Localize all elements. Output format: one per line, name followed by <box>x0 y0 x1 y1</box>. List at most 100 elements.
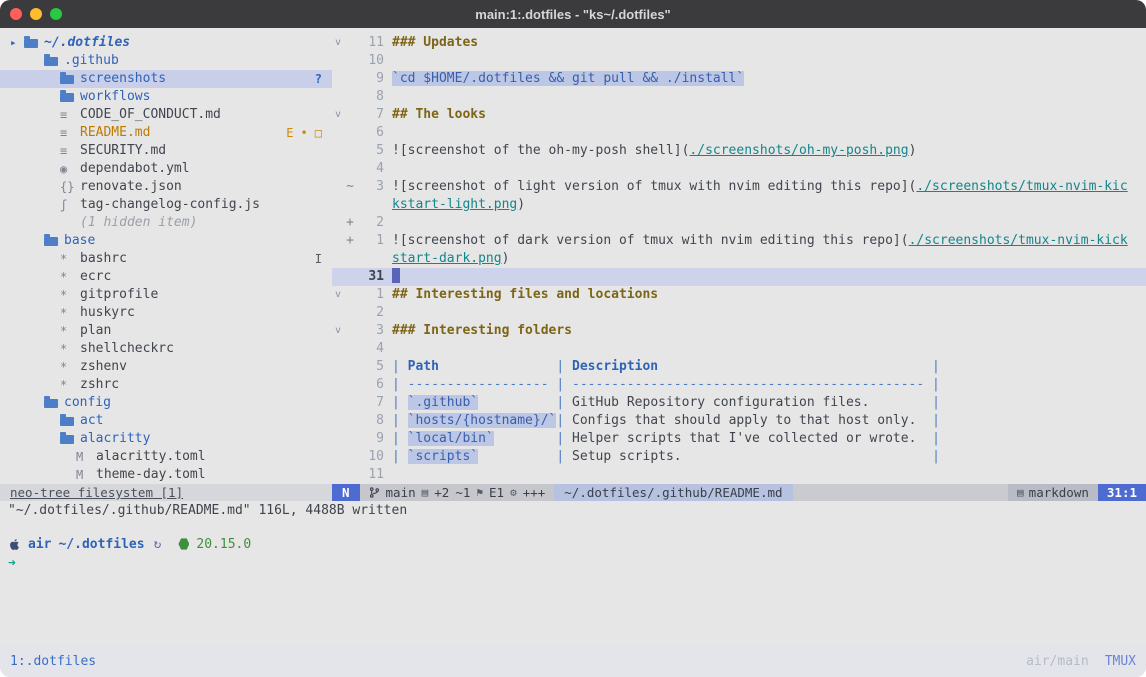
dotfile-icon: * <box>60 358 76 376</box>
editor-line-24[interactable]: 11 <box>332 466 1146 484</box>
tree-item-bashrc[interactable]: *bashrcI <box>0 250 332 268</box>
tree-item-base[interactable]: base <box>0 232 332 250</box>
editor-line-23[interactable]: 10| `scripts` | Setup scripts. | <box>332 448 1146 466</box>
tree-item-zshrc[interactable]: *zshrc <box>0 376 332 394</box>
tree-item-security-md[interactable]: ≡SECURITY.md <box>0 142 332 160</box>
fold-marker-icon <box>332 88 344 106</box>
segment-p: | <box>556 449 572 464</box>
line-number: 4 <box>356 160 384 178</box>
tree-item-theme-day-toml[interactable]: Mtheme-day.toml <box>0 466 332 484</box>
segment-p: | <box>932 431 940 446</box>
tree-item-zshenv[interactable]: *zshenv <box>0 358 332 376</box>
line-number: 2 <box>356 214 384 232</box>
line-number: 7 <box>356 106 384 124</box>
segment-p: | <box>392 431 408 446</box>
editor-line-15[interactable]: 2 <box>332 304 1146 322</box>
refresh-icon: ↻ <box>154 537 162 552</box>
git-sign: + <box>344 232 356 250</box>
tree-item-shellcheckrc[interactable]: *shellcheckrc <box>0 340 332 358</box>
line-text <box>384 88 392 106</box>
window-title: main:1:.dotfiles - "ks~/.dotfiles" <box>0 7 1146 22</box>
editor-line-9[interactable]: kstart-light.png) <box>332 196 1146 214</box>
git-sign <box>344 376 356 394</box>
editor-line-2[interactable]: 9`cd $HOME/.dotfiles && git pull && ./in… <box>332 70 1146 88</box>
segment-t: ) <box>909 143 917 158</box>
diagnostics-count: E1 <box>489 484 504 501</box>
tree-item-screenshots[interactable]: screenshots? <box>0 70 332 88</box>
git-sign <box>344 88 356 106</box>
editor-cursor-line[interactable]: 31 <box>332 268 1146 286</box>
expand-arrow-icon[interactable]: ▸ <box>10 34 24 52</box>
editor-line-5[interactable]: 6 <box>332 124 1146 142</box>
zoom-button[interactable] <box>50 8 62 20</box>
minimize-button[interactable] <box>30 8 42 20</box>
editor-line-20[interactable]: 7| `.github` | GitHub Repository configu… <box>332 394 1146 412</box>
editor-line-7[interactable]: 4 <box>332 160 1146 178</box>
editor-line-14[interactable]: v1## Interesting files and locations <box>332 286 1146 304</box>
fold-marker-icon <box>332 178 344 196</box>
line-number: 31 <box>356 268 384 286</box>
editor-line-19[interactable]: 6| ------------------ | ----------------… <box>332 376 1146 394</box>
buffer-icon: ▤ <box>422 484 429 501</box>
segment-t <box>682 449 932 464</box>
close-button[interactable] <box>10 8 22 20</box>
tree-item-label: README.md <box>80 124 150 142</box>
tree-item-gitprofile[interactable]: *gitprofile <box>0 286 332 304</box>
file-tree: ▸ ~/.dotfiles.githubscreenshots?workflows… <box>0 28 332 484</box>
editor-line-18[interactable]: 5| Path | Description | <box>332 358 1146 376</box>
tree-item-dotfiles[interactable]: ▸ ~/.dotfiles <box>0 34 332 52</box>
editor-line-3[interactable]: 8 <box>332 88 1146 106</box>
fold-marker-icon <box>332 394 344 412</box>
tree-item-renovate-json[interactable]: {}renovate.json <box>0 178 332 196</box>
tree-item-readme-md[interactable]: ≡README.mdE•□ <box>0 124 332 142</box>
tree-item-alacritty[interactable]: alacritty <box>0 430 332 448</box>
diff-added: +2 <box>434 484 449 501</box>
editor-line-8[interactable]: ~3![screenshot of light version of tmux … <box>332 178 1146 196</box>
editor-line-6[interactable]: 5![screenshot of the oh-my-posh shell](.… <box>332 142 1146 160</box>
segment-h: ### Interesting folders <box>392 323 572 338</box>
line-text <box>384 466 392 484</box>
segment-t <box>478 449 556 464</box>
tree-item-dependabot-yml[interactable]: ◉dependabot.yml <box>0 160 332 178</box>
segment-t: ) <box>502 251 510 266</box>
tree-item-label: alacritty.toml <box>96 448 206 466</box>
line-number: 8 <box>356 412 384 430</box>
editor-line-10[interactable]: +2 <box>332 214 1146 232</box>
command-line-message: "~/.dotfiles/.github/README.md" 116L, 44… <box>0 501 1146 520</box>
editor-line-11[interactable]: +1![screenshot of dark version of tmux w… <box>332 232 1146 250</box>
neo-tree-statusline: neo-tree filesystem [1] <box>0 484 332 501</box>
editor-buffer[interactable]: v11### Updates109`cd $HOME/.dotfiles && … <box>332 28 1146 484</box>
segment-l: ./screenshots/tmux-nvim-kick <box>909 233 1128 248</box>
tree-item-huskyrc[interactable]: *huskyrc <box>0 304 332 322</box>
tree-item-alacritty-toml[interactable]: Malacritty.toml <box>0 448 332 466</box>
editor-line-12[interactable]: start-dark.png) <box>332 250 1146 268</box>
segment-p: | ------------------ | -----------------… <box>392 377 940 392</box>
editor-line-17[interactable]: 4 <box>332 340 1146 358</box>
segment-p: | <box>392 413 408 428</box>
line-text: `cd $HOME/.dotfiles && git pull && ./ins… <box>384 70 744 88</box>
tree-item-code-of-conduct-md[interactable]: ≡CODE_OF_CONDUCT.md <box>0 106 332 124</box>
editor-line-0[interactable]: v11### Updates <box>332 34 1146 52</box>
fold-marker-icon <box>332 304 344 322</box>
mode-indicator: N <box>332 484 360 501</box>
editor-line-1[interactable]: 10 <box>332 52 1146 70</box>
editor-line-22[interactable]: 9| `local/bin` | Helper scripts that I'v… <box>332 430 1146 448</box>
fold-marker-icon <box>332 268 344 286</box>
editor-pane[interactable]: v11### Updates109`cd $HOME/.dotfiles && … <box>332 28 1146 501</box>
tree-item-workflows[interactable]: workflows <box>0 88 332 106</box>
tree-item-github[interactable]: .github <box>0 52 332 70</box>
tree-item-plan[interactable]: *plan <box>0 322 332 340</box>
tree-item-config[interactable]: config <box>0 394 332 412</box>
line-text: ![screenshot of the oh-my-posh shell](./… <box>384 142 916 160</box>
editor-line-4[interactable]: v7## The looks <box>332 106 1146 124</box>
tree-item-ecrc[interactable]: *ecrc <box>0 268 332 286</box>
tree-item-act[interactable]: act <box>0 412 332 430</box>
tree-item-1-hidden-item[interactable]: (1 hidden item) <box>0 214 332 232</box>
tree-item-label: ~/.dotfiles <box>44 34 130 52</box>
shell-input-line[interactable]: ➜ <box>8 556 1138 574</box>
tmux-window-name[interactable]: 1:.dotfiles <box>10 654 96 669</box>
line-text: | `local/bin` | Helper scripts that I've… <box>384 430 940 448</box>
editor-line-16[interactable]: v3### Interesting folders <box>332 322 1146 340</box>
tree-item-tag-changelog-config-js[interactable]: ʃtag-changelog-config.js <box>0 196 332 214</box>
editor-line-21[interactable]: 8| `hosts/{hostname}/`| Configs that sho… <box>332 412 1146 430</box>
